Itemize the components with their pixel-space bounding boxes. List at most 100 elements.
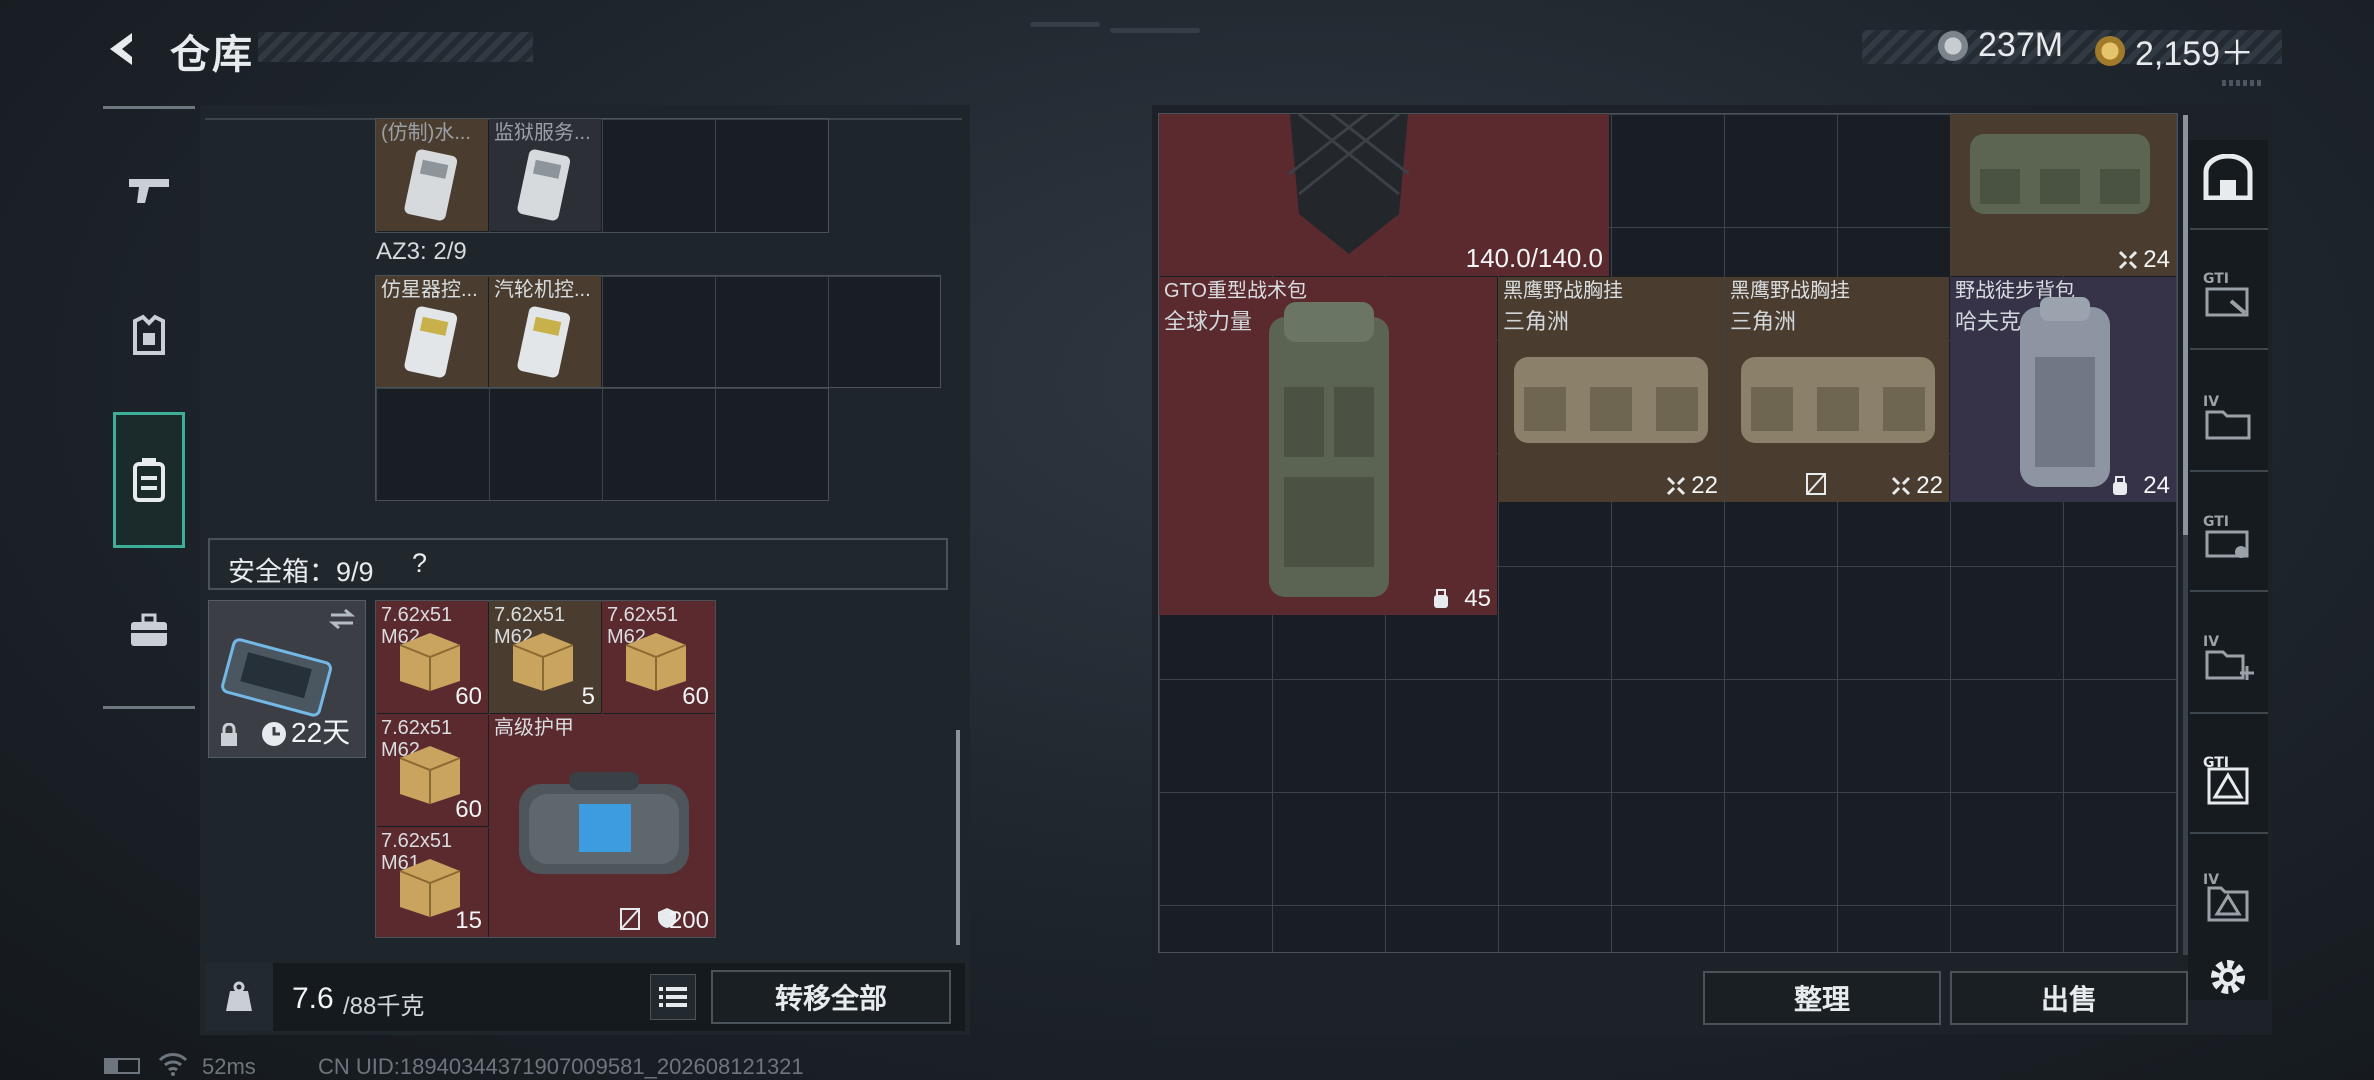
ammo-cell[interactable]: 7.62x51 M62 5 (489, 601, 601, 713)
capacity-icon (1891, 476, 1911, 496)
item-cell[interactable]: (仿制)水... (376, 119, 488, 231)
no-insure-icon (620, 908, 640, 930)
safebox-item[interactable]: 22天 (208, 600, 366, 758)
item-name: 监狱服务... (494, 122, 591, 144)
storage-tab-iv-add[interactable]: IV (2196, 625, 2260, 689)
iv-add-icon: IV (2203, 634, 2254, 680)
item-count: 24 (2143, 246, 2170, 273)
safebox-label: 安全箱：9/9 (228, 557, 374, 587)
tab-separator (2190, 228, 2268, 230)
ammo-cell[interactable]: 7.62x51 M62 60 (376, 714, 488, 826)
container-label-az3: AZ3: 2/9 (376, 238, 467, 265)
safebox-case-icon (221, 638, 332, 717)
ammo-cell[interactable]: 7.62x51 M62 60 (376, 601, 488, 713)
currency-delta-coin-value: 2,159＋ (2135, 35, 2255, 73)
backpack-icon (2020, 297, 2110, 487)
vest-item[interactable]: 140.0/140.0 (1159, 114, 1609, 276)
gti-triangle-icon: GTI (2203, 755, 2249, 805)
chest-rig-item[interactable]: 黑鹰野战胸挂 三角洲 22 (1725, 277, 1949, 502)
iv-triangle-icon: IV (2203, 872, 2249, 922)
nav-tab-weapon[interactable] (113, 135, 185, 245)
settings-button[interactable] (2196, 945, 2260, 1009)
chest-rig-item[interactable]: 黑鹰野战胸挂 三角洲 22 (1498, 277, 1724, 502)
coin-icon (1938, 30, 1968, 61)
item-count: 60 (682, 683, 709, 710)
currency-delta-coin[interactable]: 2,159＋ (2095, 26, 2254, 75)
item-name: (仿制)水... (381, 122, 471, 144)
weight-total: /88千克 (343, 993, 425, 1020)
ammo-cell[interactable]: 7.62x51 M62 60 (602, 601, 715, 713)
sell-button[interactable]: 出售 (1950, 971, 2188, 1025)
storage-tab-gti-camera[interactable]: GTI (2196, 505, 2260, 569)
sort-button[interactable]: 整理 (1703, 971, 1941, 1025)
storage-tab-iv-triangle[interactable]: IV (2196, 865, 2260, 929)
backpack-item-field[interactable]: 野战徒步背包 哈夫克 24 (1950, 277, 2176, 502)
backpack-small-icon (2113, 476, 2127, 495)
swap-icon[interactable] (327, 607, 357, 631)
page-title: 仓库 (170, 33, 254, 77)
ammo-cell[interactable]: 7.62x51 M61 15 (376, 827, 488, 937)
battery-icon (104, 1058, 140, 1074)
title-stripe (258, 32, 533, 62)
gti-transfer-icon: GTI (2203, 271, 2249, 317)
background-streak (1030, 22, 1100, 27)
back-button[interactable] (98, 24, 148, 74)
lock-icon (221, 723, 237, 746)
tab-separator (2190, 590, 2268, 592)
bag-item[interactable]: 24 (1950, 114, 2176, 276)
item-cell[interactable]: 监狱服务... (489, 119, 601, 231)
no-insure-icon (1806, 473, 1826, 495)
bag-icon (1970, 134, 2150, 214)
safe-icon (2203, 154, 2253, 200)
item-name: 仿星器控... (381, 279, 478, 301)
backpack-item-gto[interactable]: GTO重型战术包 全球力量 45 (1159, 277, 1497, 615)
keycard-icon (404, 149, 458, 221)
back-arrow-icon (110, 33, 132, 65)
nav-tab-armor[interactable] (113, 280, 185, 390)
tab-separator (2190, 832, 2268, 834)
storage-tab-iv-folder[interactable]: IV (2196, 385, 2260, 449)
help-icon[interactable]: ? (412, 548, 427, 579)
gear-icon (2211, 960, 2245, 994)
clock-icon (262, 722, 286, 746)
item-name: 汽轮机控... (494, 279, 591, 301)
weight-icon-box (205, 963, 273, 1031)
iv-folder-icon: IV (2203, 394, 2251, 440)
armor-bag-cell[interactable]: 高级护甲 200 (489, 714, 715, 937)
weapon-icon (129, 179, 169, 203)
storage-tab-safe[interactable] (2196, 145, 2260, 209)
svg-text:GTI: GTI (2203, 271, 2229, 287)
storage-tab-gti-triangle[interactable]: GTI (2196, 748, 2260, 812)
keycard-icon (517, 306, 571, 378)
backpack-icon (1269, 302, 1389, 597)
left-scrollbar[interactable] (956, 730, 960, 945)
item-count: 45 (1464, 585, 1491, 612)
gti-camera-icon: GTI (2203, 514, 2249, 558)
weight-icon (226, 981, 252, 1011)
wifi-icon (158, 1053, 188, 1076)
svg-text:IV: IV (2203, 394, 2219, 410)
currency-hafcoin[interactable]: 237M (1938, 26, 2063, 65)
item-count: 22 (1691, 472, 1718, 499)
weight-value: 7.6 (292, 982, 334, 1015)
safebox-timer: 22天 (291, 717, 351, 748)
armor-bag-icon (519, 772, 689, 874)
item-count: 60 (455, 683, 482, 710)
tab-separator (2190, 470, 2268, 472)
list-view-button[interactable] (650, 974, 696, 1020)
nav-tab-backpack[interactable] (113, 412, 185, 548)
ping-value: 52ms (202, 1054, 256, 1079)
nav-divider (103, 106, 195, 109)
container-grid-2-row[interactable] (375, 388, 829, 501)
item-cell[interactable]: 仿星器控... (376, 276, 488, 387)
capacity-icon (2118, 250, 2138, 270)
server-indicator (2222, 80, 2262, 86)
delta-coin-icon (2095, 35, 2125, 66)
nav-tab-briefcase[interactable] (113, 575, 185, 685)
storage-tab-gti-transfer[interactable]: GTI (2196, 262, 2260, 326)
transfer-all-button[interactable]: 转移全部 (711, 970, 951, 1024)
item-cell[interactable]: 汽轮机控... (489, 276, 601, 387)
item-name: 黑鹰野战胸挂 (1503, 280, 1623, 302)
item-count: 200 (668, 907, 709, 934)
item-brand: 三角洲 (1730, 309, 1797, 334)
